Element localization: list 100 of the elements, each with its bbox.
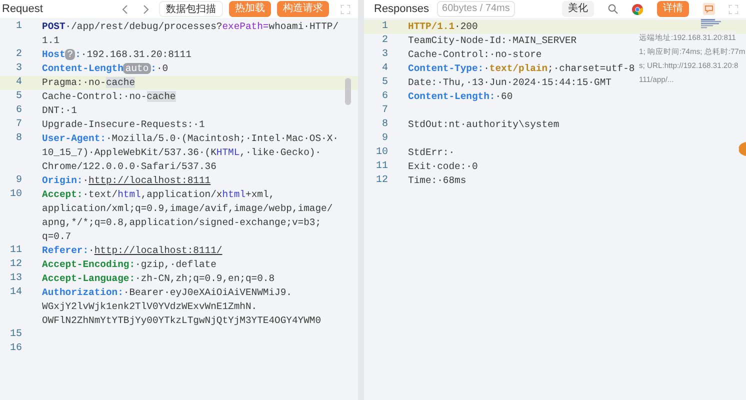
line-number: 9 [382,133,388,144]
tool-button[interactable]: 美化 [562,1,594,17]
line-number: 8 [382,119,388,130]
panel-title: Request [2,2,43,17]
code-text: OWFlN2ZhNmYtYTBjYy00YTkzLTgwNjQtYjM3YTE4OGY4YWM0 [42,315,322,326]
line-number: 1 [16,21,22,32]
chevron-right-icon[interactable] [143,4,149,14]
tool-button[interactable]: 数据包扫描 [159,1,223,17]
code-text: ;·charset=utf-8 [548,63,635,74]
panel-title: Responses [374,2,430,17]
url-link[interactable]: http://localhost:8111/ [94,245,222,256]
code-text: whoami·HTTP/ [268,21,339,32]
header-name: Content-Type: [408,63,484,74]
code-text: Date:·Thu,·13·Jun·2024·15:44:15·GMT [408,77,612,88]
header-name: : [150,63,156,74]
header-name: Host [42,49,66,60]
code-text: +xml, [246,189,275,200]
chevron-left-icon[interactable] [122,4,128,14]
code-text: html [222,189,246,200]
code-text: · [88,245,94,256]
line-number: 2 [16,49,22,60]
code-text: ·192.168.31.20:8111 [80,49,192,60]
search-match: cache [106,77,136,88]
code-text: DNT:·1 [42,105,77,116]
line-number: 11 [376,161,388,172]
line-number: 7 [382,105,388,116]
code-text: ·Bearer·eyJ0eXAiOiAiVENWMiJ9. [123,287,292,298]
code-text: Chrome/122.0.0.0·Safari/537.36 [42,161,216,172]
code-text: ·60 [495,91,513,102]
message-icon[interactable] [703,3,715,15]
query-param: exePath= [222,21,269,32]
code-text: q=0.7 [42,231,72,242]
header-name: : [75,49,81,60]
code-text: ,·like·Gecko)· [240,147,322,158]
line-number: 16 [10,343,22,354]
header-name: Accept-Encoding: [42,259,136,270]
inlay-hint: ? [65,49,76,60]
line-number: 12 [376,175,388,186]
url-link[interactable]: http://localhost:8111 [88,175,211,186]
header-name: Accept: [42,189,83,200]
line-number: 8 [16,133,22,144]
code-text: · [484,63,490,74]
code-text: Time:·68ms [408,175,466,186]
header-name: Referer: [42,245,89,256]
inlay-hint: auto [123,63,151,74]
header-name: Accept-Language: [42,273,136,284]
search-icon[interactable] [608,4,618,14]
code-text: HTML [216,147,240,158]
line-number: 7 [16,119,22,130]
code-text: ·200 [454,21,478,32]
expand-icon[interactable] [341,4,350,14]
expand-icon[interactable] [729,4,738,14]
code-text: Cache-Control:·no- [42,91,147,102]
scrollbar[interactable] [345,78,351,105]
http-method: POST [42,21,66,32]
line-number: 13 [10,273,22,284]
code-text: ,application/x [140,189,222,200]
header-name: Content-Length: [408,91,496,102]
line-number: 11 [10,245,22,256]
code-text: Upgrade-Insecure-Requests:·1 [42,119,205,130]
line-number: 5 [16,91,22,102]
header-name: Authorization: [42,287,124,298]
code-text: ·text/ [82,189,118,200]
code-text: WGxjY2lvWjk1enk2TlV0YVdzWExvWnE1ZmhN. [42,301,258,312]
code-text: text/plain [489,63,548,74]
code-text: ·Mozilla/5.0·(Macintosh;·Intel·Mac·OS·X· [106,133,338,144]
code-text: ·0 [156,63,168,74]
line-number: 10 [376,147,388,158]
line-number: 4 [382,63,388,74]
code-text: TeamCity-Node-Id:·MAIN_SERVER [408,35,577,46]
code-text: ·/app/rest/debug/processes? [65,21,222,32]
code-text: 10_15_7)·AppleWebKit/537.36·(K [42,147,216,158]
line-number: 5 [382,77,388,88]
browser-icon[interactable] [632,4,643,14]
code-text: Cache-Control:·no-store [408,49,542,60]
line-number: 6 [16,105,22,116]
line-number: 14 [10,287,22,298]
line-number: 6 [382,91,388,102]
code-text: ·zh-CN,zh;q=0.9,en;q=0.8 [135,273,275,284]
code-text: html [118,189,141,200]
code-text: apng,*/*;q=0.8,application/signed-exchange;v=b3; [42,217,322,228]
code-text: ·gzip,·deflate [135,259,216,270]
code-text: Pragma:·no- [42,77,106,88]
code-text: StdErr:· [408,147,455,158]
line-number: 15 [10,329,22,340]
header-name: Origin: [42,175,83,186]
line-number: 9 [16,175,22,186]
line-number: 12 [10,259,22,270]
search-match: cache [146,91,176,102]
code-text: 1.1 [42,35,60,46]
line-number: 3 [382,49,388,60]
code-text: application/xml;q=0.9,image/avif,image/webp,image/ [42,203,333,214]
code-text: · [82,175,89,186]
header-name: User-Agent: [42,133,106,144]
code-text: HTTP/1.1 [408,21,455,32]
line-number: 1 [382,21,388,32]
header-name: Content-Length [42,63,124,74]
line-number: 4 [16,77,22,88]
line-number: 2 [382,35,388,46]
line-number: 10 [10,189,22,200]
